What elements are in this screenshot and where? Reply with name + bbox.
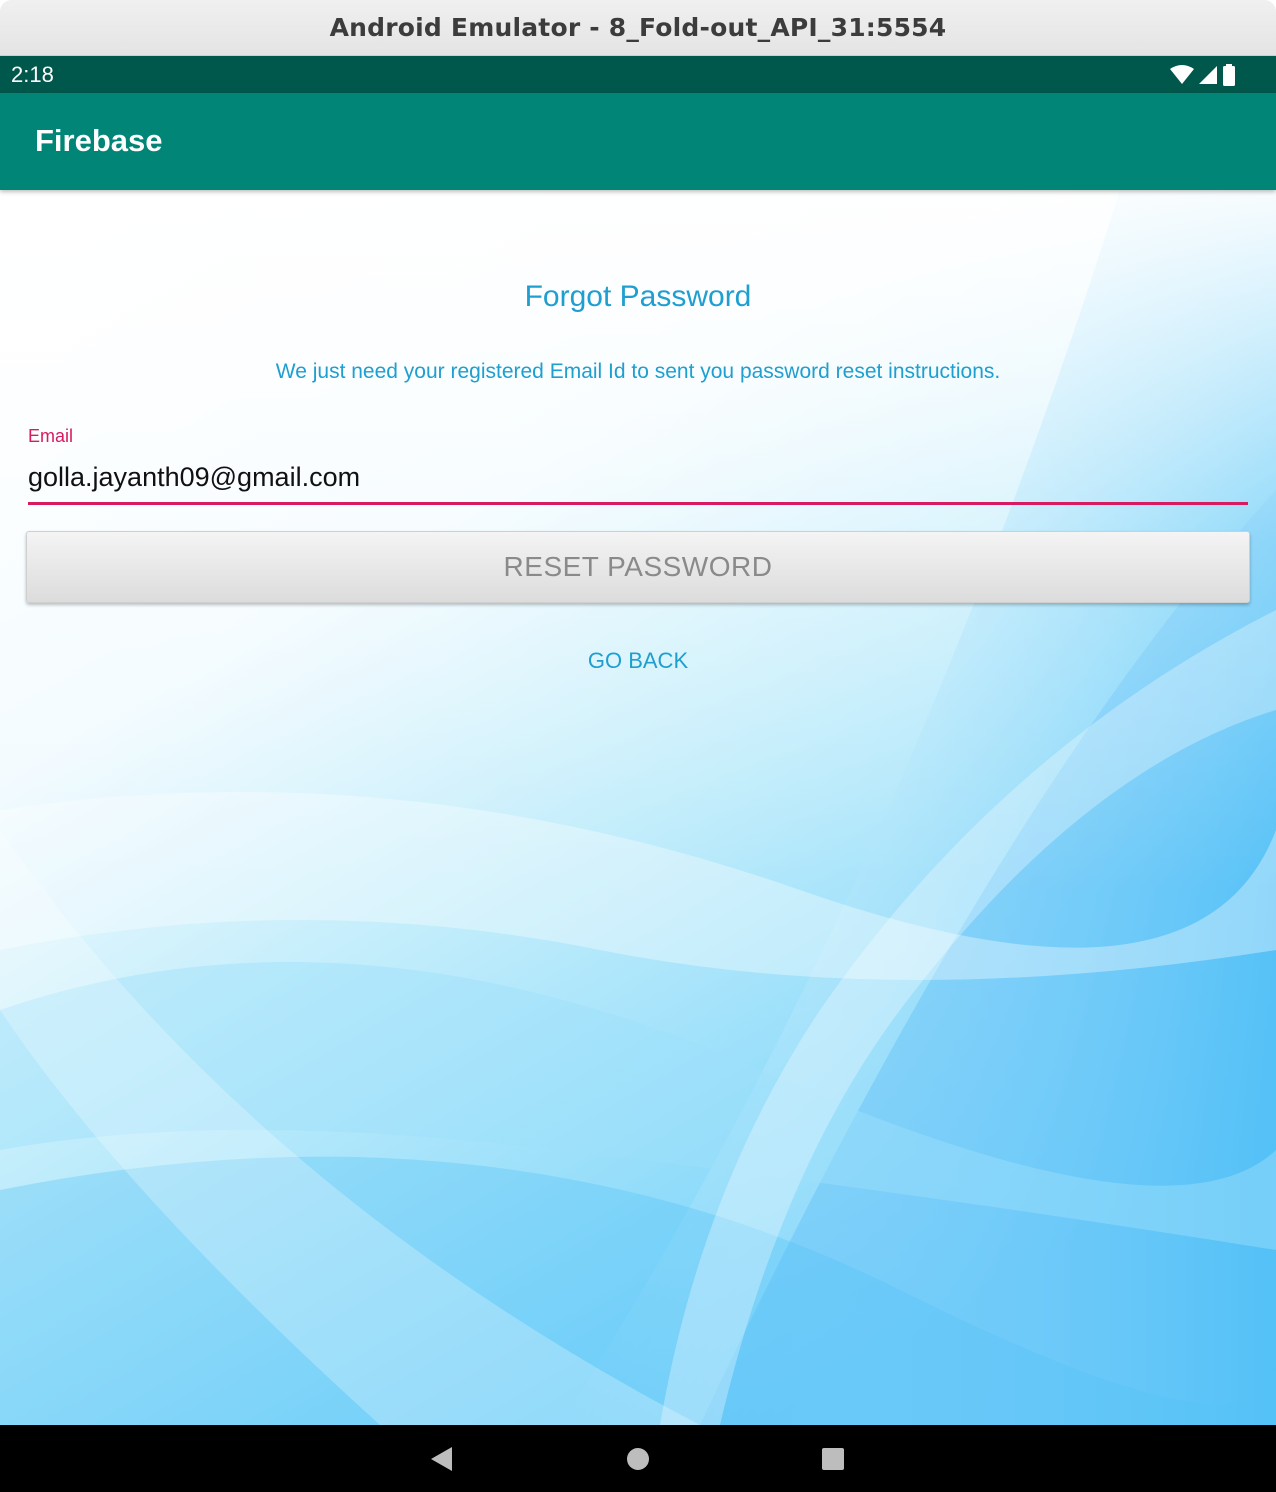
status-time: 2:18 <box>11 62 54 87</box>
navigation-bar <box>0 1425 1276 1492</box>
app-bar: Firebase <box>0 93 1276 190</box>
instructions-text: We just need your registered Email Id to… <box>275 360 1001 383</box>
window-title: Android Emulator - 8_Fold-out_API_31:555… <box>329 13 947 42</box>
reset-password-button[interactable]: RESET PASSWORD <box>26 531 1250 603</box>
reset-password-button-label: RESET PASSWORD <box>503 551 773 582</box>
go-back-button[interactable]: GO BACK <box>588 648 688 673</box>
home-icon[interactable] <box>625 1446 651 1472</box>
window-titlebar: Android Emulator - 8_Fold-out_API_31:555… <box>0 0 1276 56</box>
app-title: Firebase <box>35 123 163 158</box>
email-field-label: Email <box>28 426 74 446</box>
emulator-window: Android Emulator - 8_Fold-out_API_31:555… <box>0 0 1276 1492</box>
wifi-icon <box>1170 65 1194 84</box>
email-field[interactable] <box>28 458 1248 505</box>
page-title: Forgot Password <box>524 280 752 313</box>
forgot-password-screen: Forgot Password We just need your regist… <box>0 190 1276 1425</box>
status-icons <box>1170 64 1236 86</box>
status-bar: 2:18 <box>0 56 1276 93</box>
go-back-container: GO BACK <box>0 648 1276 674</box>
recents-icon[interactable] <box>820 1446 846 1472</box>
cell-signal-icon <box>1199 66 1217 84</box>
battery-icon <box>1223 64 1235 86</box>
back-icon[interactable] <box>428 1446 454 1472</box>
